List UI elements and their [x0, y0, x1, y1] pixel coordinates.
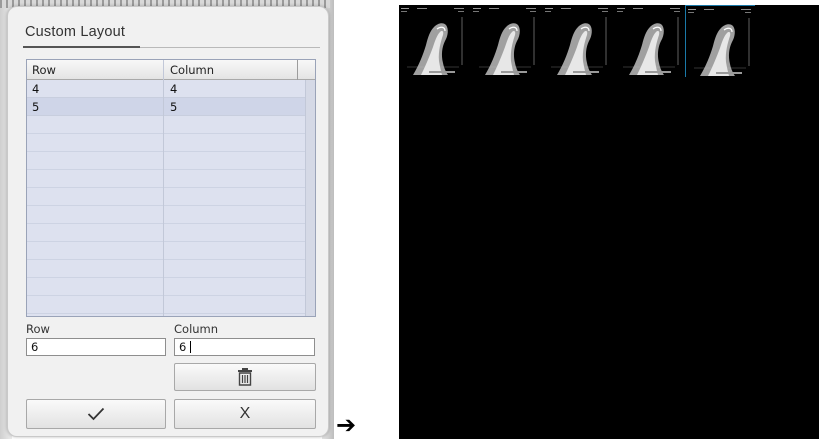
delete-button[interactable]: [174, 363, 316, 391]
empty-row: [27, 206, 315, 224]
header-column[interactable]: Column: [170, 63, 214, 77]
header-divider: [297, 60, 298, 80]
column-label: Column: [174, 322, 219, 336]
cell-row: 5: [32, 100, 40, 114]
checkmark-icon: [87, 407, 105, 421]
cell-row: 4: [32, 82, 40, 96]
row-label: Row: [26, 322, 50, 336]
empty-row: [27, 188, 315, 206]
cell-column: 4: [170, 82, 178, 96]
image-thumbnail[interactable]: [399, 5, 469, 77]
image-viewer[interactable]: [399, 5, 819, 439]
grid-scrollbar[interactable]: [305, 80, 315, 316]
empty-row: [27, 170, 315, 188]
title-underline: [23, 46, 140, 48]
layout-grid[interactable]: Row Column 4 4 5 5: [26, 59, 316, 317]
table-row[interactable]: 5 5: [27, 98, 315, 116]
table-row[interactable]: 4 4: [27, 80, 315, 98]
empty-row: [27, 242, 315, 260]
empty-row: [27, 278, 315, 296]
empty-row: [27, 116, 315, 134]
grid-header: Row Column: [27, 60, 315, 80]
image-thumbnail[interactable]: [543, 5, 613, 77]
image-thumbnail[interactable]: [685, 5, 756, 78]
text-cursor: [190, 341, 191, 353]
header-row[interactable]: Row: [32, 63, 56, 77]
cell-column: 5: [170, 100, 178, 114]
empty-row: [27, 296, 315, 314]
dialog-title: Custom Layout: [25, 24, 126, 40]
custom-layout-dialog: Custom Layout Row Column 4 4 5 5 Row Col…: [7, 6, 329, 437]
column-input[interactable]: [174, 338, 315, 356]
confirm-button[interactable]: [26, 399, 166, 429]
title-divider: [140, 47, 320, 48]
empty-row: [27, 134, 315, 152]
row-input[interactable]: [26, 338, 166, 356]
trash-icon: [238, 368, 252, 386]
empty-row: [27, 152, 315, 170]
empty-row: [27, 260, 315, 278]
empty-row: [27, 224, 315, 242]
image-thumbnail[interactable]: [471, 5, 541, 77]
image-thumbnail[interactable]: [615, 5, 685, 77]
cancel-button-label: X: [239, 405, 251, 422]
column-divider: [163, 60, 164, 316]
arrow-right-icon: ➔: [336, 411, 357, 439]
cancel-button[interactable]: X: [174, 399, 316, 429]
